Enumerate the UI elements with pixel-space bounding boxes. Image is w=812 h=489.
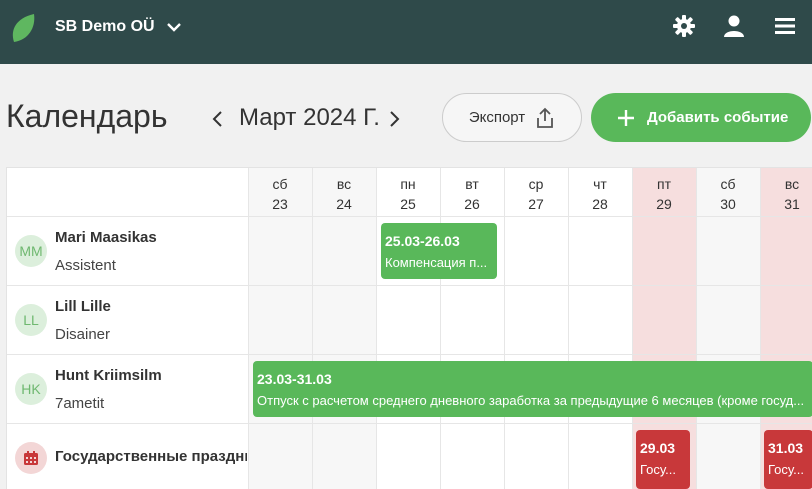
holiday-row-label: Государственные праздники — [55, 448, 247, 465]
chevron-right-icon[interactable] — [386, 109, 402, 129]
calendar-icon — [15, 442, 47, 474]
employee-role: Disainer — [55, 326, 111, 343]
holiday-row: Государственные праздники — [7, 424, 247, 489]
user-icon[interactable] — [722, 14, 746, 38]
avatar: HK — [15, 373, 47, 405]
org-switcher[interactable]: SB Demo OÜ — [55, 18, 181, 36]
month-label: Март 2024 Г. — [239, 104, 380, 131]
org-name: SB Demo OÜ — [55, 18, 155, 35]
menu-icon[interactable] — [773, 14, 797, 38]
add-event-label: Добавить событие — [647, 109, 789, 126]
holiday-event-block[interactable]: 31.03 Госу... — [764, 430, 812, 489]
event-date: 29.03 — [640, 440, 676, 456]
day-header: пн 25 — [400, 176, 416, 212]
event-block[interactable]: 23.03-31.03 Отпуск с расчетом среднего д… — [253, 361, 812, 417]
employee-row[interactable]: LL Lill Lille Disainer — [7, 286, 247, 354]
export-label: Экспорт — [468, 109, 526, 126]
gear-icon[interactable] — [672, 14, 696, 38]
day-header: сб 23 — [272, 176, 288, 212]
upload-icon — [537, 107, 554, 128]
event-description: Госу... — [640, 462, 676, 477]
top-bar: SB Demo OÜ — [0, 0, 812, 64]
event-description: Госу... — [768, 462, 804, 477]
day-header: чт 28 — [592, 176, 608, 212]
day-header: вс 24 — [336, 176, 352, 212]
holiday-event-block[interactable]: 29.03 Госу... — [636, 430, 690, 489]
chevron-left-icon[interactable] — [210, 109, 226, 129]
add-event-button[interactable]: Добавить событие — [591, 93, 811, 142]
employee-role: Assistent — [55, 257, 116, 274]
employee-name: Hunt Kriimsilm — [55, 367, 162, 384]
employee-name: Lill Lille — [55, 298, 111, 315]
chevron-down-icon — [166, 23, 181, 32]
event-block[interactable]: 25.03-26.03 Компенсация п... — [381, 223, 497, 279]
avatar: LL — [15, 304, 47, 336]
employee-row[interactable]: MM Mari Maasikas Assistent — [7, 217, 247, 285]
leaf-logo-icon[interactable] — [10, 12, 36, 44]
avatar: MM — [15, 235, 47, 267]
day-header: сб 30 — [720, 176, 736, 212]
event-date: 31.03 — [768, 440, 804, 456]
event-description: Компенсация п... — [385, 255, 488, 270]
day-header: пт 29 — [656, 176, 672, 212]
employee-row[interactable]: HK Hunt Kriimsilm 7ametit — [7, 355, 247, 423]
calendar-grid: сб 23 вс 24 пн 25 вт 26 ср 27 чт 28 пт 29 сб 30 … — [6, 167, 812, 489]
event-date: 25.03-26.03 — [385, 233, 460, 249]
employee-name: Mari Maasikas — [55, 229, 157, 246]
export-button[interactable]: Экспорт — [442, 93, 582, 142]
page-title: Календарь — [6, 98, 168, 134]
event-description: Отпуск с расчетом среднего дневного зара… — [257, 393, 805, 408]
day-header: ср 27 — [528, 176, 544, 212]
day-header: вс 31 — [784, 176, 800, 212]
event-date: 23.03-31.03 — [257, 371, 332, 387]
employee-role: 7ametit — [55, 395, 105, 412]
plus-icon — [618, 109, 634, 126]
day-header: вт 26 — [464, 176, 480, 212]
